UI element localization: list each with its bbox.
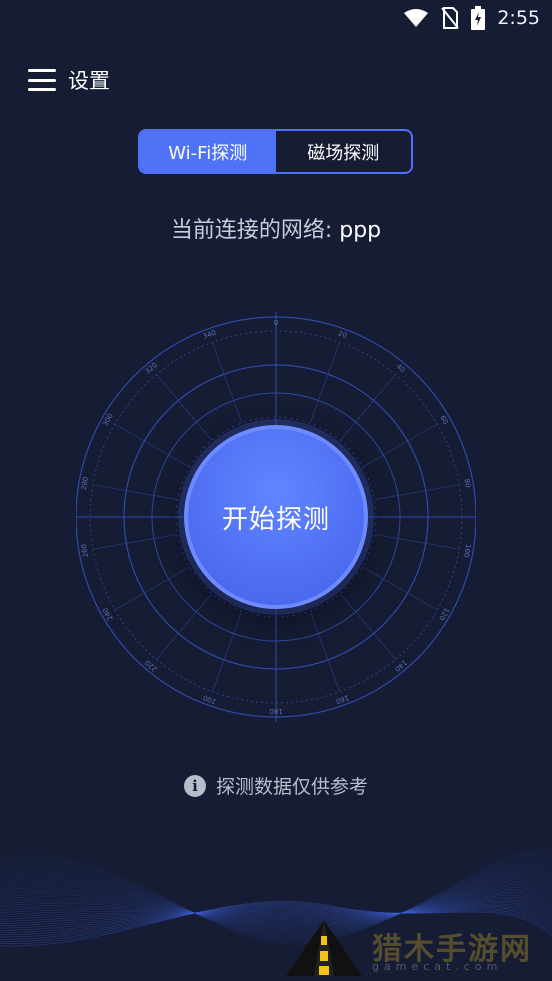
dial-spoke xyxy=(340,374,396,441)
detection-mode-tabs: Wi-Fi探测 磁场探测 xyxy=(138,129,413,174)
dial-tick-label: 120 xyxy=(437,606,451,622)
dial-spoke xyxy=(212,610,243,692)
no-sim-icon xyxy=(441,7,460,29)
dial-spoke xyxy=(114,566,190,611)
hamburger-icon[interactable] xyxy=(28,69,56,91)
disclaimer: i 探测数据仅供参考 xyxy=(0,772,552,799)
dial-spoke xyxy=(156,374,212,441)
dial-tick-label: 320 xyxy=(144,361,159,376)
dial-spoke xyxy=(362,423,438,468)
dial-spoke xyxy=(92,534,178,550)
dial-spoke xyxy=(309,610,340,692)
dial-tick-label: 260 xyxy=(80,543,90,558)
settings-title[interactable]: 设置 xyxy=(68,65,110,95)
start-detect-button[interactable]: 开始探测 xyxy=(184,425,368,609)
current-network: 当前连接的网络: ppp xyxy=(0,212,552,244)
dial-spoke xyxy=(212,342,243,424)
dial-spoke xyxy=(340,593,396,660)
dial-spoke xyxy=(374,484,460,500)
info-icon: i xyxy=(183,774,206,797)
dial-spoke xyxy=(309,342,340,424)
dial-tick-label: 240 xyxy=(101,606,115,622)
battery-icon xyxy=(471,6,486,30)
dial-tick-label: 220 xyxy=(144,658,159,673)
tab-wifi-detect[interactable]: Wi-Fi探测 xyxy=(140,131,276,172)
app-header: 设置 xyxy=(28,60,110,100)
status-bar: 2:55 xyxy=(0,0,552,40)
watermark-logo xyxy=(286,920,362,976)
dial-spoke xyxy=(362,566,438,611)
dial-tick-label: 140 xyxy=(393,658,408,673)
dial-tick-label: 300 xyxy=(101,412,115,428)
start-detect-label: 开始探测 xyxy=(221,504,330,535)
wifi-icon xyxy=(404,9,429,27)
status-time: 2:55 xyxy=(497,7,540,29)
watermark-sub: gamecat.com xyxy=(372,960,503,973)
dial-tick-label: 180 xyxy=(269,707,282,715)
dial-tick-label: 100 xyxy=(462,543,472,558)
dial-tick-label: 80 xyxy=(462,478,471,488)
dial-tick-label: 0 xyxy=(274,319,278,327)
dial-spoke xyxy=(92,484,178,500)
dial-spoke xyxy=(156,593,212,660)
disclaimer-text: 探测数据仅供参考 xyxy=(215,776,368,798)
dial-tick-label: 280 xyxy=(80,476,90,491)
dial-spoke xyxy=(114,423,190,468)
dial-tick-label: 20 xyxy=(337,329,348,340)
network-ssid: ppp xyxy=(339,218,382,243)
tab-magnetic-detect[interactable]: 磁场探测 xyxy=(276,131,412,172)
network-label: 当前连接的网络: xyxy=(170,218,333,243)
dial-spoke xyxy=(374,534,460,550)
